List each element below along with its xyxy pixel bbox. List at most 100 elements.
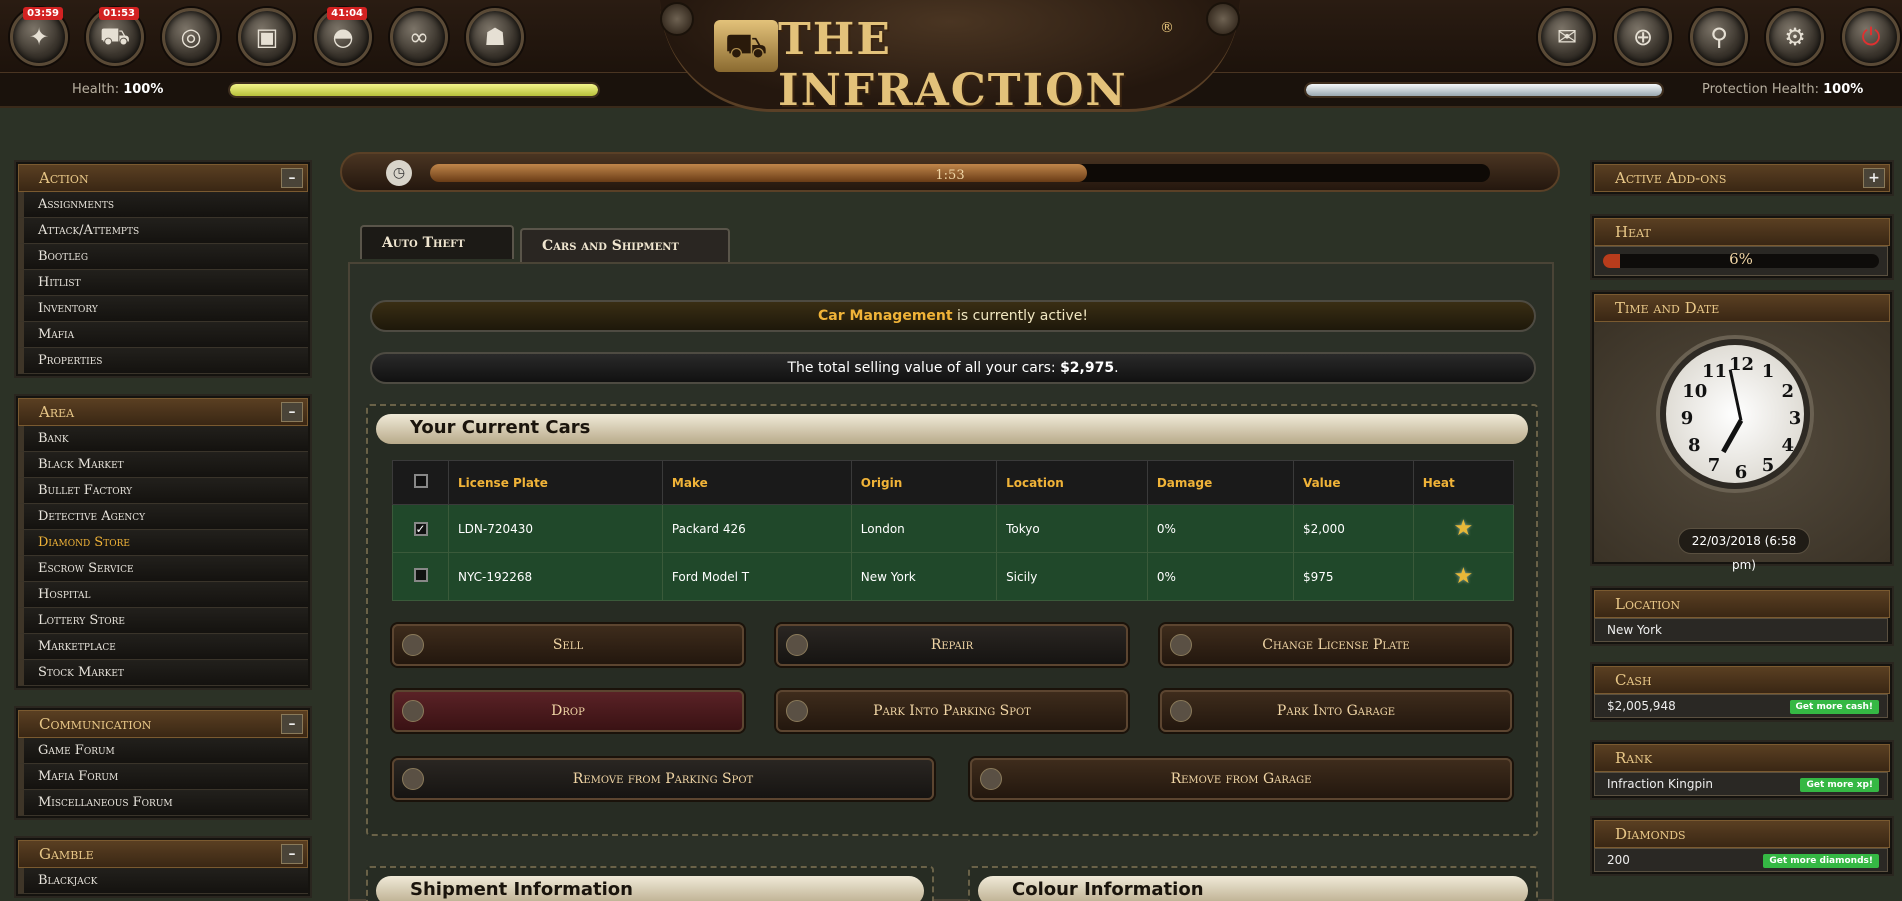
total-value: $2,975 — [1060, 360, 1115, 376]
repair-button[interactable]: Repair — [776, 624, 1128, 666]
star-icon: ★ — [1453, 564, 1474, 589]
get-more-xp-button[interactable]: Get more xp! — [1800, 778, 1879, 792]
cell-plate: LDN-720430 — [448, 504, 663, 553]
collapse-button[interactable]: – — [281, 714, 303, 734]
sidebar-item-miscellaneous-forum[interactable]: Miscellaneous Forum — [18, 790, 308, 816]
collapse-button[interactable]: – — [281, 844, 303, 864]
remove-from-parking-spot-button[interactable]: Remove from Parking Spot — [392, 758, 934, 800]
power-icon[interactable]: ⏻ — [1842, 8, 1900, 66]
sidebar-item-bank[interactable]: Bank — [18, 426, 308, 452]
sidebar-item-hitlist[interactable]: Hitlist — [18, 270, 308, 296]
row-checkbox[interactable]: ✓ — [413, 521, 428, 536]
sidebar-item-blackjack[interactable]: Blackjack — [18, 868, 308, 894]
heat-value: 6% — [1729, 250, 1753, 268]
helmet-icon[interactable]: ◓ 41:04 — [314, 7, 372, 66]
sidebar-item-mafia-forum[interactable]: Mafia Forum — [18, 764, 308, 790]
time-header: Time and Date — [1594, 294, 1890, 322]
knob-icon — [402, 634, 424, 656]
table-row[interactable]: ✓ LDN-720430 Packard 426 London Tokyo 0% $2,00… — [392, 504, 1515, 553]
cash-value: $2,005,948 — [1607, 699, 1676, 713]
drop-button[interactable]: Drop — [392, 690, 744, 732]
column-header-value[interactable]: Value — [1292, 460, 1414, 505]
sell-button[interactable]: Sell — [392, 624, 744, 666]
sidebar-item-assignments[interactable]: Assignments — [18, 192, 308, 218]
timer-label: 1:53 — [935, 168, 965, 183]
binoculars-icon[interactable]: ◎ — [162, 8, 220, 66]
crime-timer-bar: ◷ 1:53 — [340, 152, 1560, 192]
sidebar-item-hospital[interactable]: Hospital — [18, 582, 308, 608]
cooldown-timer: 03:59 — [23, 7, 63, 20]
change-license-plate-button[interactable]: Change License Plate — [1160, 624, 1512, 666]
knob-icon — [786, 700, 808, 722]
heat-header: Heat — [1594, 218, 1890, 246]
cooldown-timer: 41:04 — [327, 7, 367, 20]
globe-icon[interactable]: ⊕ — [1614, 8, 1672, 66]
table-row[interactable]: NYC-192268 Ford Model T New York Sicily 0% $9… — [392, 552, 1515, 601]
action-panel: Action – Assignments Attack/Attempts Bootle… — [14, 160, 312, 378]
handcuffs-icon[interactable]: ∞ — [390, 8, 448, 66]
sidebar-item-mafia[interactable]: Mafia — [18, 322, 308, 348]
column-header-heat[interactable]: Heat — [1412, 460, 1515, 505]
gun-icon[interactable]: ✦ 03:59 — [10, 7, 68, 66]
column-header-origin[interactable]: Origin — [850, 460, 998, 505]
collapse-button[interactable]: – — [281, 168, 303, 188]
health-label: Health: 100% — [72, 82, 164, 97]
total-value-notice: The total selling value of all your cars… — [370, 352, 1536, 384]
clock-numeral: 6 — [1734, 462, 1748, 483]
sidebar-item-attack-attempts[interactable]: Attack/Attempts — [18, 218, 308, 244]
registered-mark: ® — [1160, 20, 1174, 36]
cell-make: Packard 426 — [661, 504, 852, 553]
clock-numeral: 5 — [1761, 454, 1775, 476]
collapse-button[interactable]: – — [281, 402, 303, 422]
mail-icon[interactable]: ✉ — [1538, 8, 1596, 66]
briefcase-icon[interactable]: ▣ — [238, 8, 296, 66]
sidebar-item-escrow-service[interactable]: Escrow Service — [18, 556, 308, 582]
park-into-parking-spot-button[interactable]: Park Into Parking Spot — [776, 690, 1128, 732]
active-notice: Car Management is currently active! — [370, 300, 1536, 332]
column-header-location[interactable]: Location — [996, 460, 1148, 505]
sidebar-item-stock-market[interactable]: Stock Market — [18, 660, 308, 686]
get-more-cash-button[interactable]: Get more cash! — [1789, 700, 1879, 714]
cell-location: Tokyo — [996, 504, 1148, 553]
tab-cars-and-shipment[interactable]: Cars and Shipment — [520, 228, 730, 262]
select-all-checkbox[interactable] — [413, 474, 428, 488]
sidebar-item-lottery-store[interactable]: Lottery Store — [18, 608, 308, 634]
park-into-garage-button[interactable]: Park Into Garage — [1160, 690, 1512, 732]
clock-minute-hand — [1728, 368, 1743, 421]
sidebar-item-game-forum[interactable]: Game Forum — [18, 738, 308, 764]
knob-icon — [980, 768, 1002, 790]
clock-numeral: 7 — [1707, 454, 1721, 476]
mobster-icon[interactable]: ☗ — [466, 8, 524, 66]
clock-numeral: 1 — [1761, 361, 1775, 383]
expand-button[interactable]: + — [1863, 168, 1885, 188]
search-icon[interactable]: ⚲ — [1690, 8, 1748, 66]
column-header-damage[interactable]: Damage — [1146, 460, 1294, 505]
star-icon: ★ — [1453, 516, 1474, 541]
cars-table: License Plate Make Origin Location Damage Val… — [392, 460, 1515, 601]
settings-icon[interactable]: ⚙ — [1766, 8, 1824, 66]
current-cars-box: Your Current Cars License Plate Make Origi… — [366, 404, 1538, 836]
sidebar-item-detective-agency[interactable]: Detective Agency — [18, 504, 308, 530]
sidebar-item-bootleg[interactable]: Bootleg — [18, 244, 308, 270]
sidebar-item-diamond-store[interactable]: Diamond Store — [18, 530, 308, 556]
sidebar-item-black-market[interactable]: Black Market — [18, 452, 308, 478]
area-panel: Area – Bank Black Market Bullet Factory Dete… — [14, 394, 312, 690]
communication-menu: Game Forum Mafia Forum Miscellaneous Forum — [18, 738, 308, 816]
column-header-license-plate[interactable]: License Plate — [448, 460, 663, 505]
remove-from-garage-button[interactable]: Remove from Garage — [970, 758, 1512, 800]
sidebar-item-marketplace[interactable]: Marketplace — [18, 634, 308, 660]
row-checkbox[interactable] — [413, 568, 428, 582]
sidebar-item-inventory[interactable]: Inventory — [18, 296, 308, 322]
active-notice-bold: Car Management — [818, 308, 953, 324]
tab-auto-theft[interactable]: Auto Theft — [360, 225, 514, 259]
shipment-info-box: Shipment Information — [366, 866, 934, 901]
column-header-make[interactable]: Make — [661, 460, 852, 505]
cell-make: Ford Model T — [661, 552, 852, 601]
game-logo[interactable]: ⛟ THE INFRACTION ® — [660, 0, 1240, 116]
sidebar-item-properties[interactable]: Properties — [18, 348, 308, 374]
car-icon[interactable]: ⛟ 01:53 — [86, 7, 144, 66]
cell-heat: ★ — [1412, 552, 1515, 601]
sidebar-item-bullet-factory[interactable]: Bullet Factory — [18, 478, 308, 504]
get-more-diamonds-button[interactable]: Get more diamonds! — [1763, 854, 1879, 868]
location-panel: Location New York — [1590, 586, 1894, 646]
